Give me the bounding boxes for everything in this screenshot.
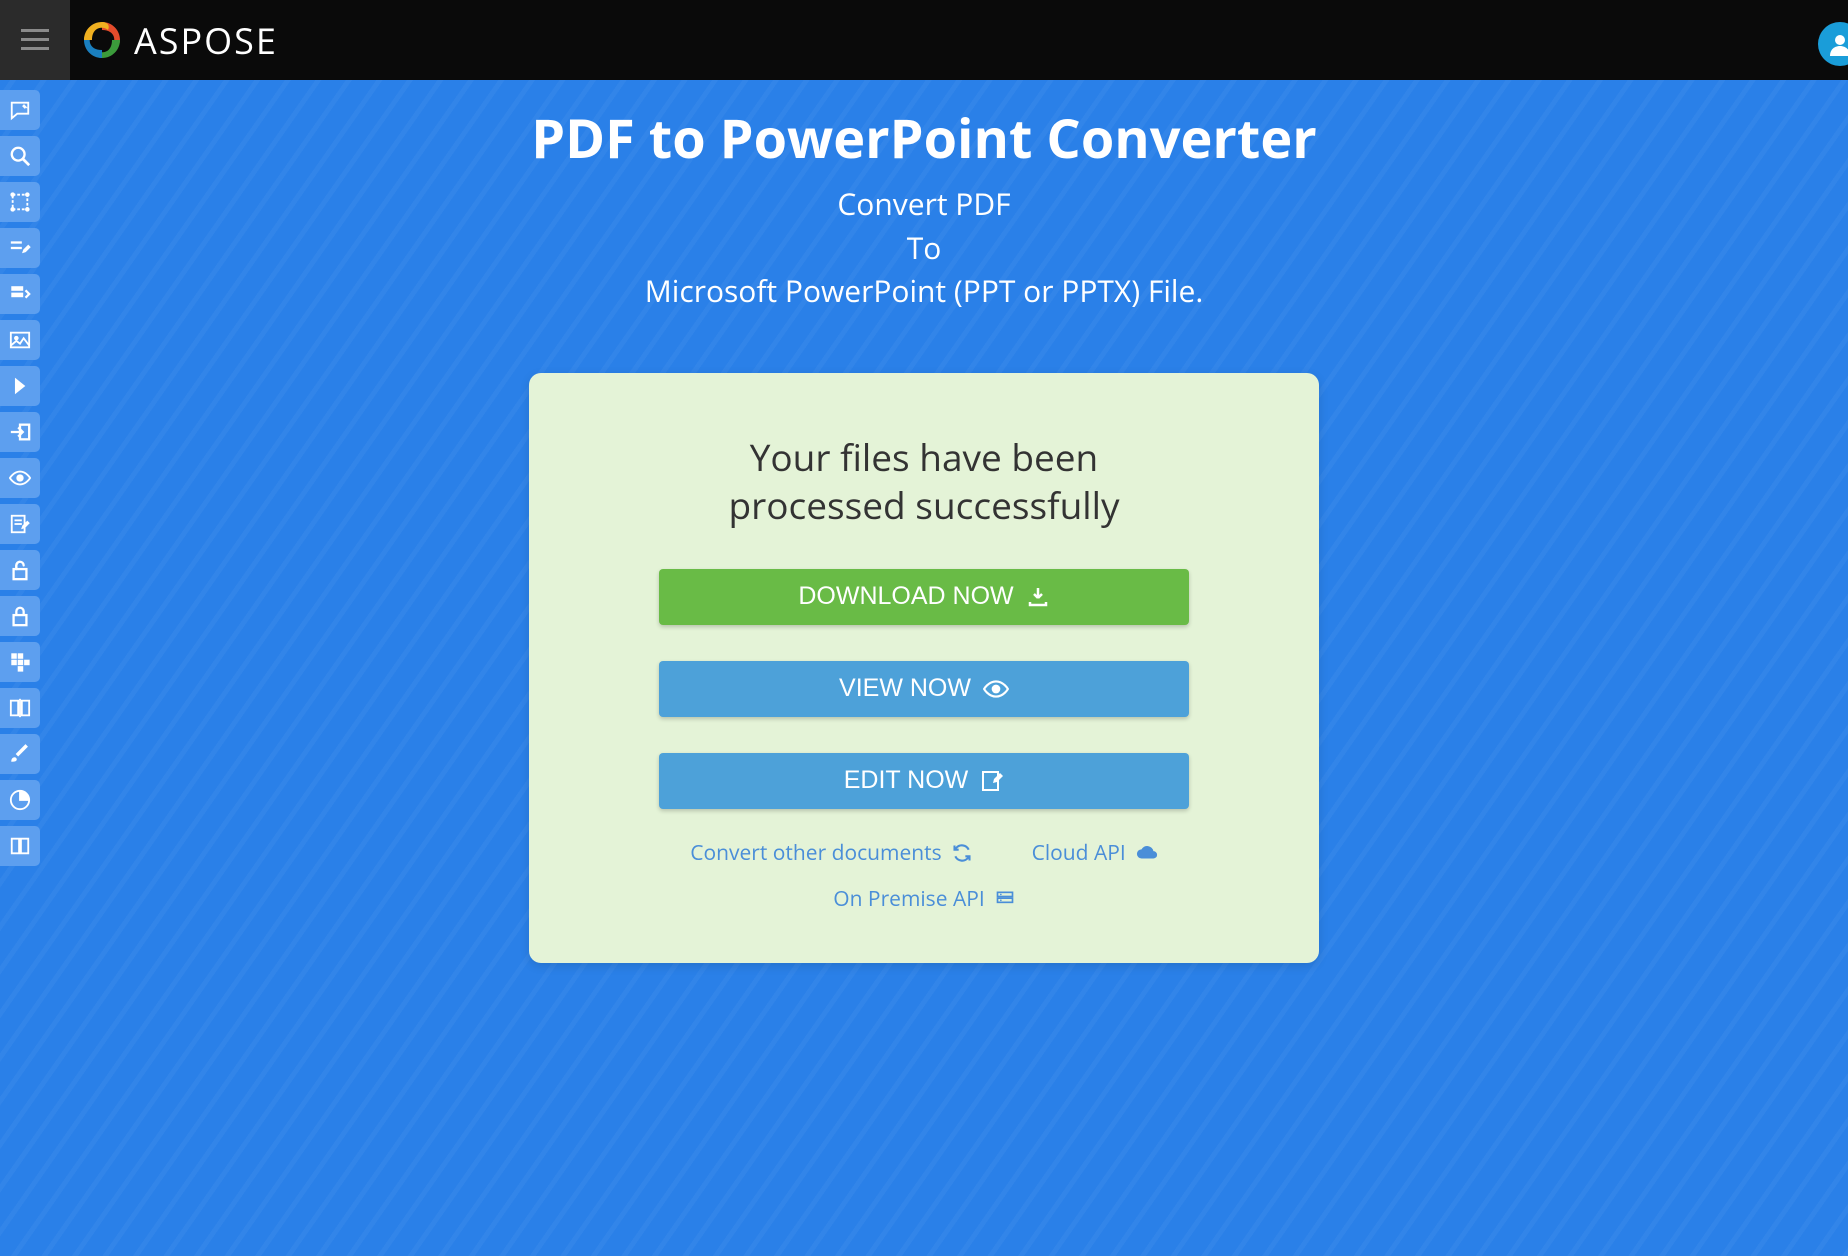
convert-other-link[interactable]: Convert other documents <box>690 839 971 867</box>
exit-icon[interactable] <box>0 412 40 452</box>
page-title: PDF to PowerPoint Converter <box>374 100 1474 174</box>
refresh-icon <box>952 843 972 863</box>
hero: PDF to PowerPoint Converter Convert PDF … <box>374 100 1474 313</box>
view-label: VIEW NOW <box>839 674 971 703</box>
brand-logo[interactable]: ASPOSE <box>80 16 278 65</box>
resize-icon[interactable] <box>0 182 40 222</box>
hamburger-icon <box>21 29 49 51</box>
link-label: Convert other documents <box>690 839 941 867</box>
unlock-icon[interactable] <box>0 550 40 590</box>
aspose-swirl-icon <box>80 18 124 62</box>
comment-icon[interactable] <box>0 90 40 130</box>
user-icon <box>1828 32 1848 56</box>
note-edit-icon[interactable] <box>0 504 40 544</box>
subtitle-line: Microsoft PowerPoint (PPT or PPTX) File. <box>374 269 1474 313</box>
edit-icon <box>980 769 1004 793</box>
brand-name: ASPOSE <box>134 16 278 65</box>
brush-icon[interactable] <box>0 734 40 774</box>
arrow-right-icon[interactable] <box>0 366 40 406</box>
link-label: On Premise API <box>833 885 984 913</box>
organize-icon[interactable] <box>0 642 40 682</box>
compare-icon[interactable] <box>0 688 40 728</box>
subtitle-line: Convert PDF <box>374 182 1474 226</box>
links-row: Convert other documents Cloud API <box>659 839 1189 867</box>
page-subtitle: Convert PDF To Microsoft PowerPoint (PPT… <box>374 182 1474 313</box>
eye-icon <box>983 676 1009 702</box>
view-button[interactable]: VIEW NOW <box>659 661 1189 717</box>
links-row-2: On Premise API <box>659 885 1189 913</box>
search-icon[interactable] <box>0 136 40 176</box>
main-area: PDF to PowerPoint Converter Convert PDF … <box>0 80 1848 1256</box>
form-icon[interactable] <box>0 274 40 314</box>
edit-line-icon[interactable] <box>0 228 40 268</box>
tool-sidebar <box>0 90 40 866</box>
download-button[interactable]: DOWNLOAD NOW <box>659 569 1189 625</box>
book-icon[interactable] <box>0 826 40 866</box>
menu-button[interactable] <box>0 0 70 80</box>
eye-icon[interactable] <box>0 458 40 498</box>
success-message: Your files have been processed successfu… <box>659 433 1189 529</box>
image-icon[interactable] <box>0 320 40 360</box>
result-card: Your files have been processed successfu… <box>529 373 1319 963</box>
onpremise-api-link[interactable]: On Premise API <box>833 885 1014 913</box>
top-bar: ASPOSE <box>0 0 1848 80</box>
download-icon <box>1026 585 1050 609</box>
lock-icon[interactable] <box>0 596 40 636</box>
subtitle-line: To <box>374 226 1474 270</box>
link-label: Cloud API <box>1032 839 1126 867</box>
cloud-api-link[interactable]: Cloud API <box>1032 839 1158 867</box>
server-icon <box>995 889 1015 909</box>
cloud-icon <box>1136 842 1158 864</box>
download-label: DOWNLOAD NOW <box>798 582 1013 611</box>
edit-button[interactable]: EDIT NOW <box>659 753 1189 809</box>
chart-icon[interactable] <box>0 780 40 820</box>
edit-label: EDIT NOW <box>844 766 969 795</box>
user-account-button[interactable] <box>1818 22 1848 66</box>
